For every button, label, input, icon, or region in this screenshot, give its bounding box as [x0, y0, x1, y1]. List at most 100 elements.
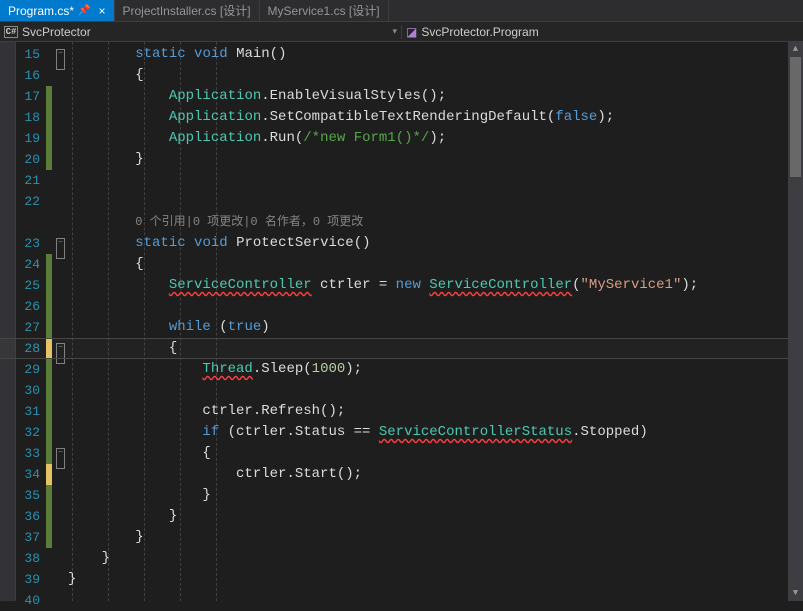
code-line[interactable]: Thread.Sleep(1000);	[68, 359, 803, 380]
code-line[interactable]: }	[68, 569, 803, 590]
marker-cell	[46, 443, 68, 464]
code-line[interactable]	[68, 380, 803, 401]
line-number: 39	[16, 569, 40, 590]
token: ProtectService	[236, 235, 354, 251]
marker-cell	[46, 191, 68, 212]
marker-cell: −	[46, 422, 68, 443]
token: )	[261, 319, 269, 335]
line-number: 28	[16, 338, 40, 359]
scroll-down-arrow[interactable]: ▼	[788, 586, 803, 601]
code-line[interactable]: }	[68, 149, 803, 170]
marker-cell	[46, 275, 68, 296]
change-bar-modified	[46, 338, 52, 359]
code-line[interactable]: static void Main()	[68, 44, 803, 65]
breadcrumb-scope[interactable]: C# SvcProtector ▾	[0, 25, 401, 39]
code-line[interactable]: Application.EnableVisualStyles();	[68, 86, 803, 107]
token: );	[429, 130, 446, 146]
code-line[interactable]: }	[68, 548, 803, 569]
line-number: 26	[16, 296, 40, 317]
line-number: 37	[16, 527, 40, 548]
code-line[interactable]: Application.SetCompatibleTextRenderingDe…	[68, 107, 803, 128]
token: ctrler =	[312, 277, 396, 293]
code-line[interactable]: {	[68, 338, 803, 359]
breadcrumb-member[interactable]: ◪ SvcProtector.Program	[401, 25, 803, 39]
token: static	[135, 46, 185, 62]
token: Thread	[202, 361, 252, 377]
change-bar-saved	[46, 359, 52, 380]
marker-cell	[46, 401, 68, 422]
code-line[interactable]: ctrler.Refresh();	[68, 401, 803, 422]
scroll-thumb[interactable]	[790, 57, 801, 177]
token: Run	[270, 130, 295, 146]
token: while	[169, 319, 211, 335]
close-icon[interactable]: ×	[98, 4, 105, 18]
line-number: 15	[16, 44, 40, 65]
indicator-margin	[0, 42, 16, 601]
marker-gutter: −−−−	[46, 42, 68, 601]
code-line[interactable]: if (ctrler.Status == ServiceControllerSt…	[68, 422, 803, 443]
change-bar-saved	[46, 275, 52, 296]
line-number: 27	[16, 317, 40, 338]
token: true	[228, 319, 262, 335]
marker-cell	[46, 170, 68, 191]
code-line[interactable]: while (true)	[68, 317, 803, 338]
code-line[interactable]	[68, 191, 803, 212]
line-number: 24	[16, 254, 40, 275]
token: Sleep	[261, 361, 303, 377]
pin-icon[interactable]: 📌	[78, 5, 90, 16]
line-number: 19	[16, 128, 40, 149]
change-bar-saved	[46, 527, 52, 548]
line-number: 36	[16, 506, 40, 527]
token: if	[202, 424, 219, 440]
change-bar-saved	[46, 86, 52, 107]
token: {	[135, 256, 143, 272]
token: }	[135, 529, 143, 545]
code-line[interactable]: ServiceController ctrler = new ServiceCo…	[68, 275, 803, 296]
token: );	[345, 361, 362, 377]
code-line[interactable]	[68, 170, 803, 191]
code-line[interactable]	[68, 296, 803, 317]
marker-cell	[46, 254, 68, 275]
code-editor[interactable]: 1516171819202122232425262728293031323334…	[0, 42, 803, 601]
token: .	[253, 361, 261, 377]
token: {	[135, 67, 143, 83]
line-number: 33	[16, 443, 40, 464]
line-number: 18	[16, 107, 40, 128]
tab-0[interactable]: Program.cs*📌×	[0, 0, 115, 21]
token: Application	[169, 130, 261, 146]
code-area[interactable]: static void Main() { Application.EnableV…	[68, 42, 803, 601]
token: }	[202, 487, 210, 503]
marker-cell	[46, 86, 68, 107]
line-number: 16	[16, 65, 40, 86]
code-line[interactable]: }	[68, 506, 803, 527]
token: /*new Form1()*/	[303, 130, 429, 146]
marker-cell	[46, 569, 68, 590]
tab-2[interactable]: MyService1.cs [设计]	[260, 0, 389, 21]
token: void	[194, 235, 228, 251]
code-line[interactable]: {	[68, 65, 803, 86]
change-bar-saved	[46, 254, 52, 275]
line-number: 34	[16, 464, 40, 485]
token: }	[169, 508, 177, 524]
code-line[interactable]: }	[68, 485, 803, 506]
code-line[interactable]: Application.Run(/*new Form1()*/);	[68, 128, 803, 149]
line-number: 30	[16, 380, 40, 401]
code-line[interactable]: }	[68, 527, 803, 548]
token: ServiceController	[429, 277, 572, 293]
marker-cell	[46, 359, 68, 380]
code-line[interactable]: {	[68, 254, 803, 275]
code-line[interactable]: {	[68, 443, 803, 464]
code-line[interactable]: static void ProtectService()	[68, 233, 803, 254]
token: (ctrler.Status ==	[219, 424, 379, 440]
tab-1[interactable]: ProjectInstaller.cs [设计]	[115, 0, 260, 21]
change-bar-saved	[46, 401, 52, 422]
token: 1000	[312, 361, 346, 377]
code-line[interactable]: ctrler.Start();	[68, 464, 803, 485]
vertical-scrollbar[interactable]: ▲ ▼	[788, 42, 803, 601]
marker-cell: −	[46, 44, 68, 65]
code-line[interactable]: 0 个引用|0 项更改|0 名作者，0 项更改	[68, 212, 803, 233]
scroll-up-arrow[interactable]: ▲	[788, 42, 803, 57]
line-number: 38	[16, 548, 40, 569]
token: Application	[169, 109, 261, 125]
breadcrumb: C# SvcProtector ▾ ◪ SvcProtector.Program	[0, 22, 803, 42]
